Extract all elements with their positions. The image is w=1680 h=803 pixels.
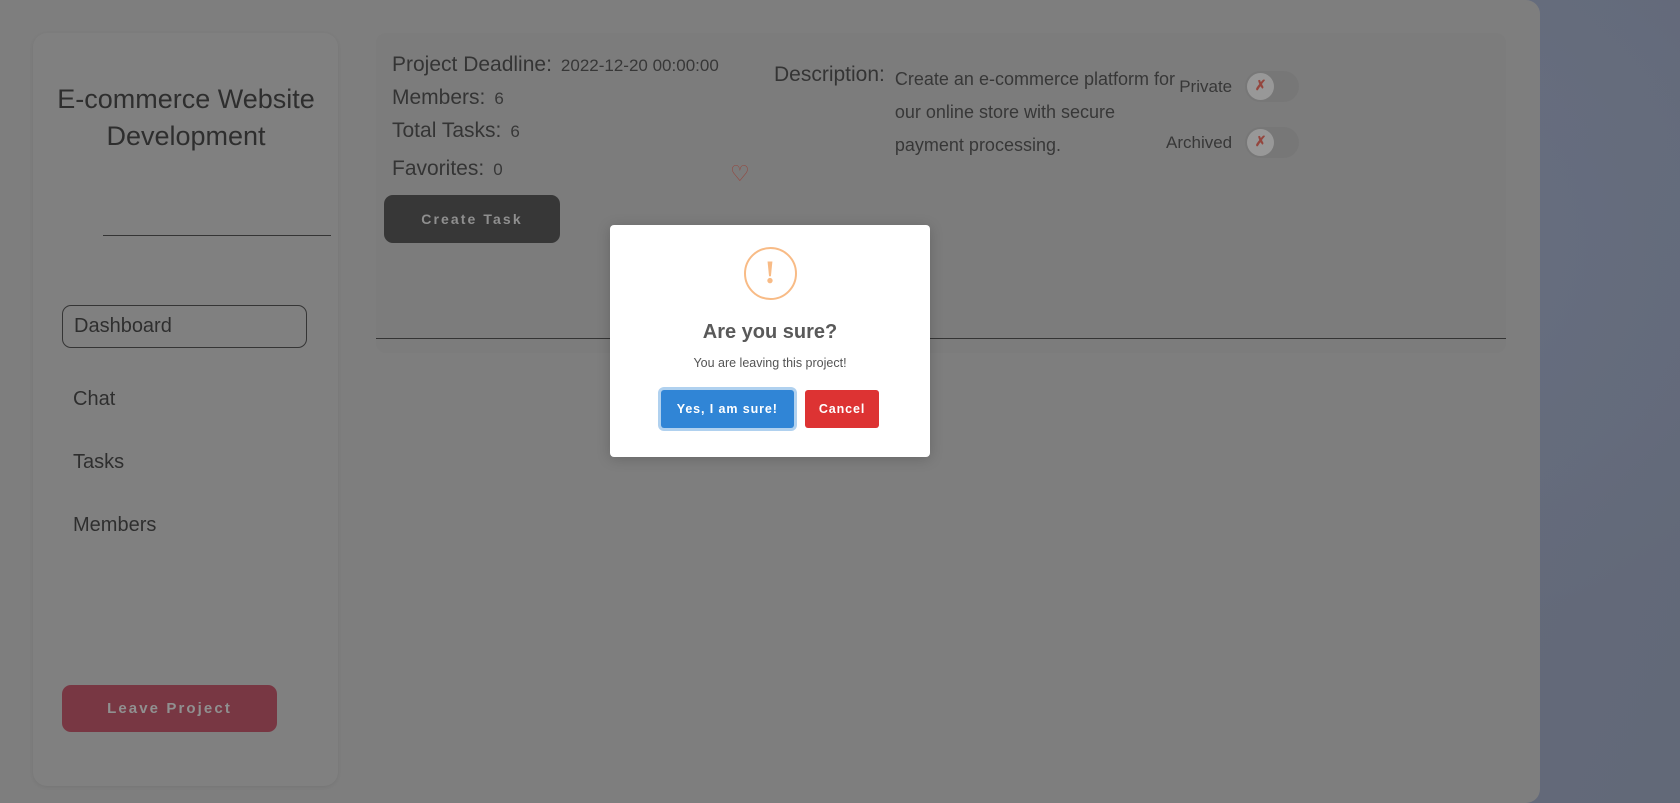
confirmation-modal: ! Are you sure? You are leaving this pro… [610, 225, 930, 457]
modal-message: You are leaving this project! [693, 356, 847, 370]
confirm-button[interactable]: Yes, I am sure! [660, 390, 794, 428]
warning-exclamation-icon: ! [743, 247, 797, 300]
cancel-button[interactable]: Cancel [804, 390, 880, 428]
exclamation-mark: ! [764, 255, 776, 291]
modal-title: Are you sure? [702, 321, 838, 343]
modal-button-row: Yes, I am sure! Cancel [660, 390, 880, 428]
